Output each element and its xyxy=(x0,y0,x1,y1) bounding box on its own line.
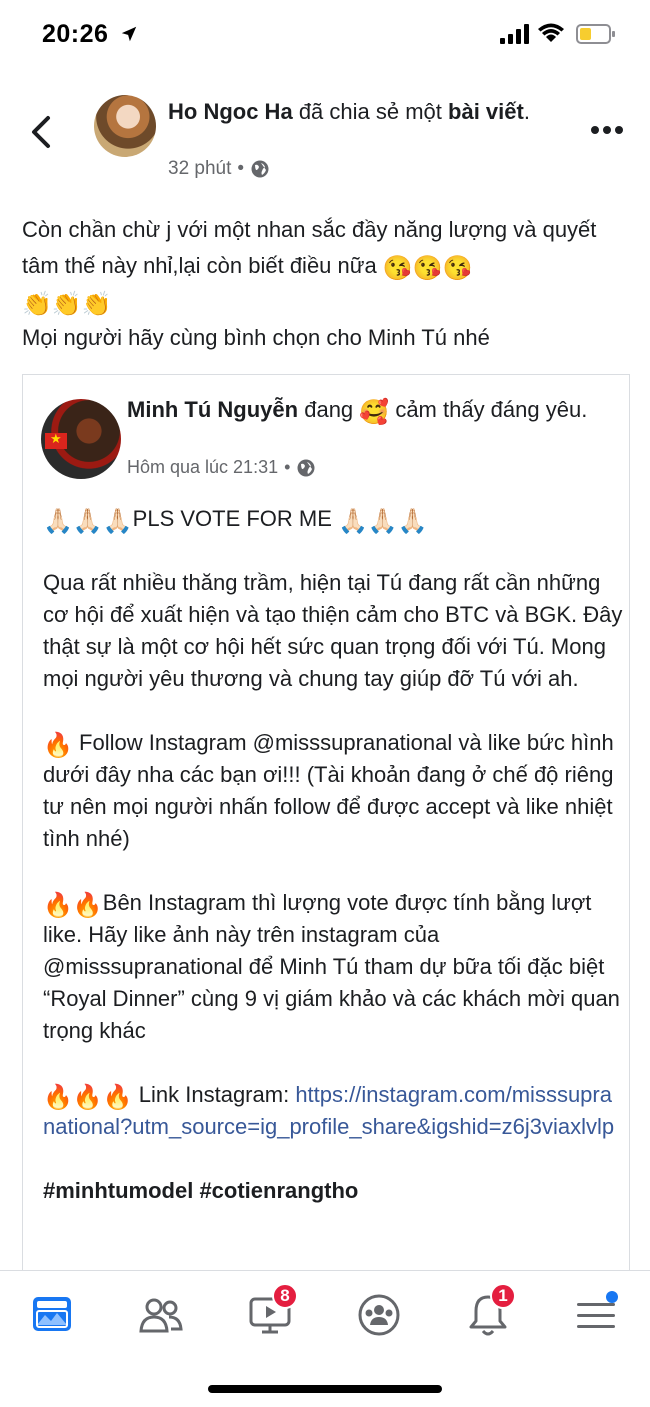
vote-title: PLS VOTE FOR ME xyxy=(132,506,332,531)
paragraph-3: Bên Instagram thì lượng vote được tính b… xyxy=(43,890,620,1043)
pray-emoji-icon: 🙏🏻🙏🏻🙏🏻 xyxy=(338,508,428,535)
hashtags[interactable]: #minhtumodel #cotienrangtho xyxy=(43,1175,623,1207)
battery-icon xyxy=(576,24,615,44)
shared-post-meta: Hôm qua lúc 21:31 • xyxy=(127,457,316,478)
nav-groups[interactable] xyxy=(349,1285,409,1345)
fire-emoji-icon: 🔥 xyxy=(43,732,73,759)
nav-friends[interactable] xyxy=(131,1285,191,1345)
vote-title-line: 🙏🏻🙏🏻🙏🏻PLS VOTE FOR ME 🙏🏻🙏🏻🙏🏻 xyxy=(43,503,623,535)
menu-update-dot xyxy=(606,1291,618,1303)
shared-post-card[interactable]: Minh Tú Nguyễn đang 🥰 cảm thấy đáng yêu.… xyxy=(22,374,630,1294)
post-time[interactable]: 32 phút xyxy=(168,158,231,180)
paragraph-1: Qua rất nhiều thăng trầm, hiện tại Tú đa… xyxy=(43,570,623,691)
more-options-icon[interactable] xyxy=(590,122,624,138)
watch-badge: 8 xyxy=(272,1283,298,1309)
feed-icon xyxy=(33,1297,71,1331)
vietnam-flag-icon xyxy=(45,431,67,449)
post-text-line1: Còn chần chừ j với một nhan sắc đầy năng… xyxy=(22,217,597,278)
public-globe-icon xyxy=(297,459,315,476)
feeling-prefix: đang xyxy=(304,397,354,422)
location-arrow-icon xyxy=(121,26,137,42)
clap-emoji-icon: 👏👏👏 xyxy=(22,291,112,318)
shared-author-name[interactable]: Minh Tú Nguyễn xyxy=(127,397,298,422)
home-indicator[interactable] xyxy=(208,1385,442,1393)
wifi-icon xyxy=(538,23,564,42)
paragraph-2: Follow Instagram @misssupranational và l… xyxy=(43,730,614,851)
paragraph-2-block: 🔥 Follow Instagram @misssupranational và… xyxy=(43,727,623,855)
nav-menu[interactable] xyxy=(566,1285,626,1345)
post-body: Còn chần chừ j với một nhan sắc đầy năng… xyxy=(22,212,634,356)
groups-icon xyxy=(358,1294,400,1336)
nav-watch[interactable]: 8 xyxy=(240,1283,300,1345)
post-text-line2: Mọi người hãy cùng bình chọn cho Minh Tú… xyxy=(22,325,490,350)
status-bar: 20:26 xyxy=(0,0,650,70)
share-action-suffix: . xyxy=(523,99,530,124)
author-avatar[interactable] xyxy=(94,95,156,157)
pray-emoji-icon: 🙏🏻🙏🏻🙏🏻 xyxy=(43,508,133,535)
author-name[interactable]: Ho Ngoc Ha xyxy=(168,99,293,124)
post-header: Ho Ngoc Ha đã chia sẻ một bài viết. xyxy=(168,98,568,126)
meta-separator: • xyxy=(284,457,291,477)
back-chevron-icon[interactable] xyxy=(26,114,56,150)
kiss-emoji-icon: 😘😘😘 xyxy=(382,255,473,282)
link-block: 🔥🔥🔥 Link Instagram: https://instagram.co… xyxy=(43,1079,623,1143)
shared-post-time[interactable]: Hôm qua lúc 21:31 xyxy=(127,457,278,478)
paragraph-3-block: 🔥🔥Bên Instagram thì lượng vote được tính… xyxy=(43,887,623,1047)
nav-feed[interactable] xyxy=(22,1285,82,1345)
nav-notifications[interactable]: 1 xyxy=(458,1283,518,1345)
cellular-signal-icon xyxy=(500,24,529,44)
feeling-emoji-icon: 🥰 xyxy=(359,399,390,426)
friends-icon xyxy=(139,1298,183,1333)
fire-emoji-icon: 🔥🔥 xyxy=(43,892,103,919)
shared-object-link[interactable]: bài viết xyxy=(448,99,524,124)
shared-post-header: Minh Tú Nguyễn đang 🥰 cảm thấy đáng yêu. xyxy=(127,395,607,425)
share-action-text: đã chia sẻ một xyxy=(298,99,442,124)
notifications-badge: 1 xyxy=(490,1283,516,1309)
feeling-text: cảm thấy đáng yêu. xyxy=(395,397,588,422)
post-meta: 32 phút • xyxy=(168,158,270,180)
public-globe-icon xyxy=(251,160,269,178)
shared-author-avatar[interactable] xyxy=(41,399,121,479)
fire-emoji-icon: 🔥🔥🔥 xyxy=(43,1084,133,1111)
shared-post-body: 🙏🏻🙏🏻🙏🏻PLS VOTE FOR ME 🙏🏻🙏🏻🙏🏻 Qua rất nhi… xyxy=(43,503,623,1239)
status-time: 20:26 xyxy=(42,20,109,48)
link-label: Link Instagram: xyxy=(138,1082,290,1107)
meta-separator: • xyxy=(237,158,245,179)
